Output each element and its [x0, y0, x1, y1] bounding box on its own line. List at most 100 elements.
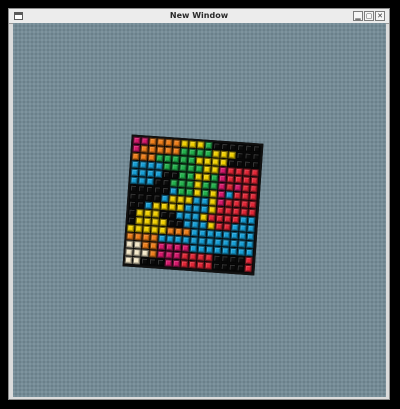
board-tile[interactable]	[245, 248, 254, 257]
board-tile[interactable]	[246, 240, 254, 249]
board-tile[interactable]	[158, 226, 167, 235]
board-tile[interactable]	[183, 212, 192, 220]
board-tile[interactable]	[248, 200, 257, 209]
board-tile[interactable]	[204, 141, 213, 150]
board-tile[interactable]	[241, 192, 249, 200]
board-tile[interactable]	[184, 204, 193, 212]
board-tile[interactable]	[132, 256, 141, 265]
board-tile[interactable]	[163, 154, 172, 163]
board-tile[interactable]	[140, 145, 149, 153]
board-tile[interactable]	[129, 184, 138, 193]
board-tile[interactable]	[171, 155, 180, 163]
board-tile[interactable]	[177, 187, 186, 196]
board-tile[interactable]	[192, 205, 200, 213]
board-tile[interactable]	[208, 206, 216, 214]
board-tile[interactable]	[178, 171, 187, 180]
board-tile[interactable]	[217, 190, 226, 199]
board-tile[interactable]	[132, 152, 140, 161]
board-tile[interactable]	[187, 164, 195, 173]
board-tile[interactable]	[236, 264, 244, 272]
board-tile[interactable]	[154, 170, 163, 178]
board-tile[interactable]	[223, 215, 232, 223]
board-tile[interactable]	[209, 198, 217, 206]
board-tile[interactable]	[175, 219, 183, 228]
board-tile[interactable]	[179, 156, 188, 164]
board-tile[interactable]	[164, 146, 172, 155]
board-tile[interactable]	[244, 264, 252, 273]
board-tile[interactable]	[246, 232, 255, 241]
board-tile[interactable]	[166, 235, 174, 243]
board-tile[interactable]	[176, 203, 185, 212]
board-tile[interactable]	[198, 237, 206, 245]
board-tile[interactable]	[220, 263, 228, 271]
board-tile[interactable]	[223, 223, 231, 231]
board-tile[interactable]	[125, 248, 133, 256]
board-tile[interactable]	[136, 209, 144, 217]
board-tile[interactable]	[180, 148, 188, 156]
board-tile[interactable]	[224, 207, 232, 215]
board-tile[interactable]	[133, 136, 141, 145]
board-tile[interactable]	[168, 211, 176, 219]
board-tile[interactable]	[215, 214, 224, 223]
board-tile[interactable]	[169, 195, 177, 203]
board-tile[interactable]	[148, 258, 157, 266]
board-tile[interactable]	[138, 169, 147, 177]
board-tile[interactable]	[188, 260, 197, 269]
board-tile[interactable]	[145, 185, 154, 194]
board-tile[interactable]	[186, 180, 194, 188]
board-tile[interactable]	[249, 192, 257, 201]
board-tile[interactable]	[212, 262, 221, 271]
board-tile[interactable]	[173, 251, 181, 260]
board-tile[interactable]	[252, 153, 260, 161]
board-tile[interactable]	[155, 154, 164, 162]
board-tile[interactable]	[219, 158, 228, 167]
board-tile[interactable]	[195, 165, 203, 173]
board-tile[interactable]	[130, 176, 138, 185]
board-tile[interactable]	[181, 140, 189, 148]
board-tile[interactable]	[142, 233, 150, 242]
board-tile[interactable]	[210, 174, 219, 182]
board-tile[interactable]	[236, 151, 244, 160]
board-tile[interactable]	[225, 191, 234, 199]
board-tile[interactable]	[144, 209, 152, 218]
board-tile[interactable]	[203, 157, 212, 166]
board-tile[interactable]	[204, 261, 213, 270]
board-tile[interactable]	[141, 241, 150, 250]
board-tile[interactable]	[140, 257, 149, 265]
board-tile[interactable]	[197, 245, 206, 253]
board-tile[interactable]	[216, 206, 224, 215]
board-tile[interactable]	[183, 220, 191, 228]
board-tile[interactable]	[189, 252, 197, 261]
board-tile[interactable]	[214, 230, 223, 239]
board-tile[interactable]	[181, 244, 190, 252]
board-tile[interactable]	[197, 253, 205, 261]
board-tile[interactable]	[128, 208, 136, 216]
board-tile[interactable]	[188, 140, 197, 149]
board-tile[interactable]	[230, 231, 239, 240]
board-tile[interactable]	[202, 173, 211, 182]
board-tile[interactable]	[173, 243, 182, 252]
board-tile[interactable]	[226, 183, 234, 191]
board-tile[interactable]	[190, 236, 198, 245]
minimize-button[interactable]: ▁	[353, 11, 363, 21]
board-tile[interactable]	[242, 184, 250, 192]
board-tile[interactable]	[247, 216, 256, 225]
board-tile[interactable]	[212, 142, 221, 150]
board-tile[interactable]	[250, 184, 258, 193]
board-tile[interactable]	[137, 193, 145, 201]
board-tile[interactable]	[222, 231, 231, 239]
board-tile[interactable]	[206, 238, 214, 246]
board-tile[interactable]	[234, 183, 242, 192]
board-tile[interactable]	[212, 150, 220, 158]
board-tile[interactable]	[133, 248, 141, 257]
board-tile[interactable]	[252, 145, 261, 153]
board-tile[interactable]	[232, 199, 241, 208]
board-tile[interactable]	[148, 145, 157, 154]
board-tile[interactable]	[207, 222, 215, 230]
board-tile[interactable]	[134, 225, 143, 233]
board-tile[interactable]	[162, 178, 170, 187]
board-tile[interactable]	[173, 139, 181, 147]
board-tile[interactable]	[182, 228, 191, 236]
board-tile[interactable]	[235, 159, 244, 168]
board-tile[interactable]	[207, 214, 216, 222]
